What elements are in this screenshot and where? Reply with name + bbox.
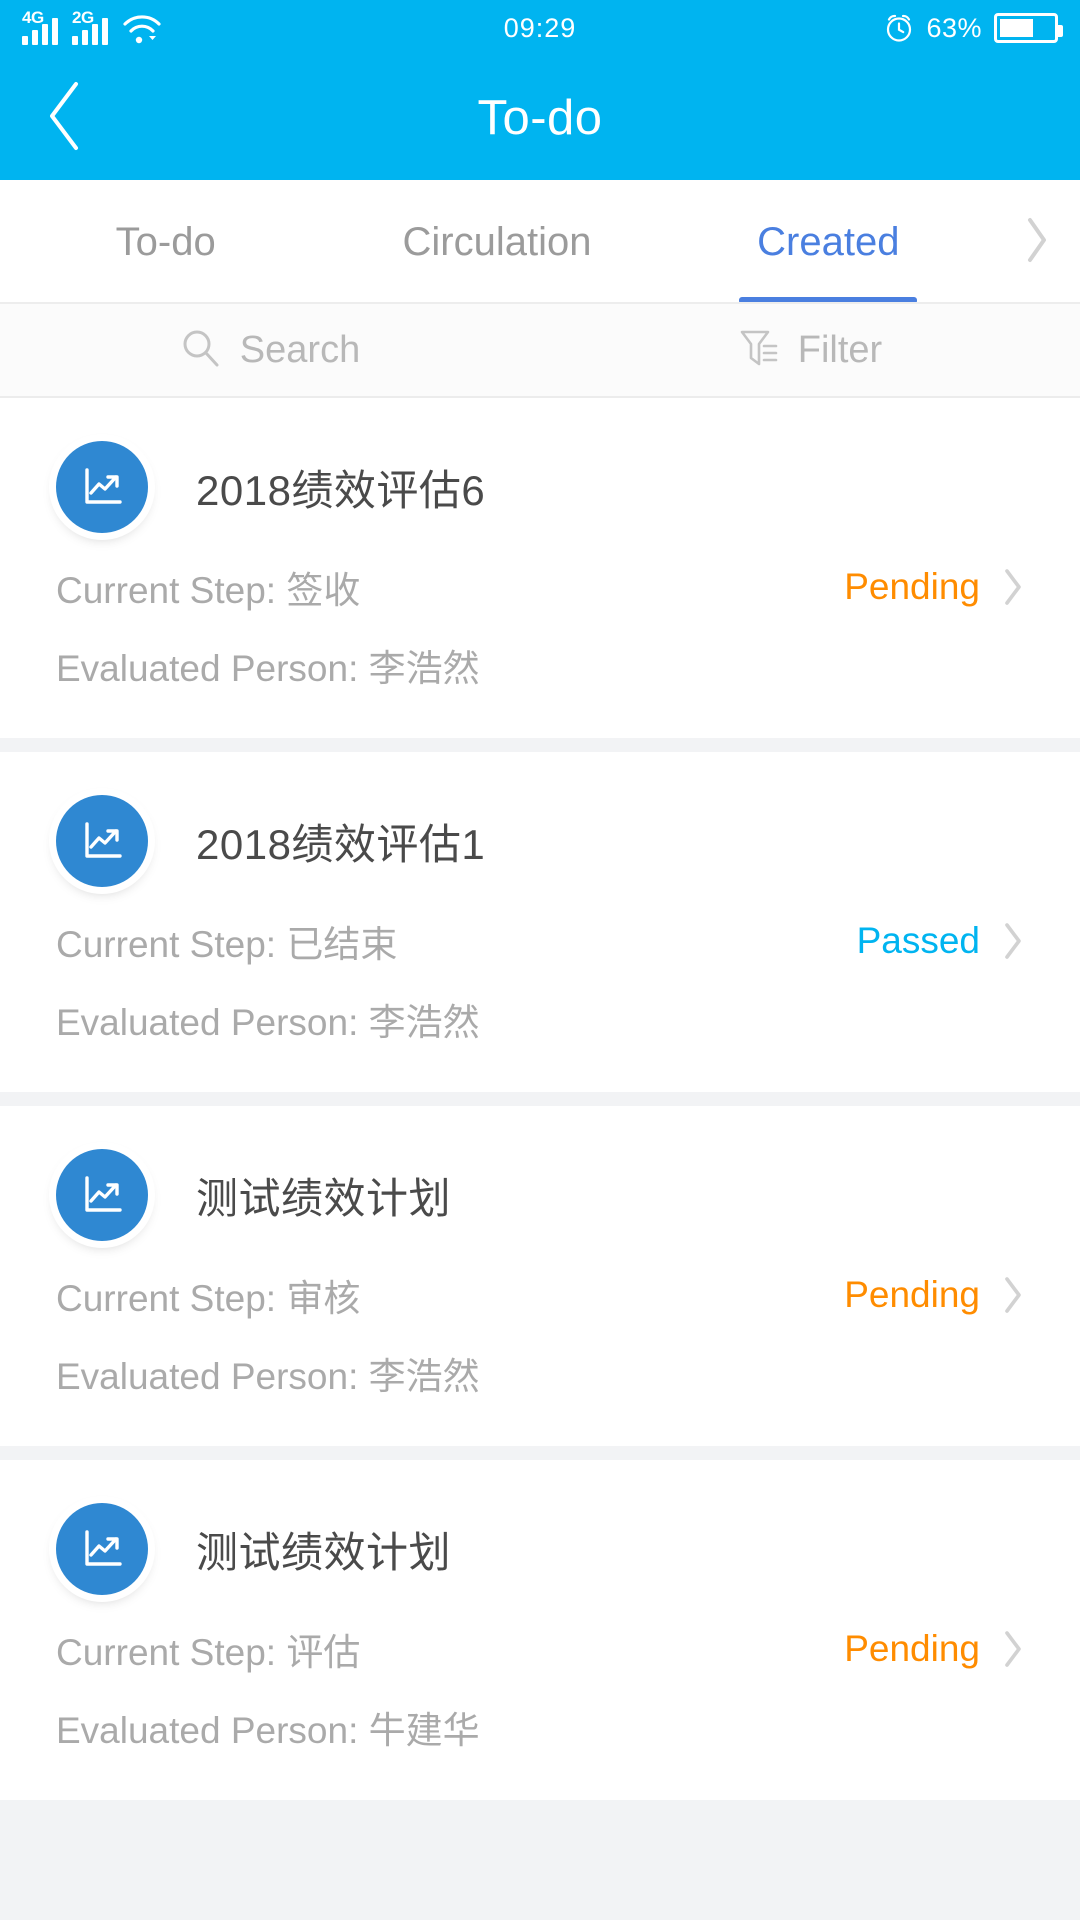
app-root: 4G 2G 09:29 63% To-do To-do Circulation … xyxy=(0,0,1080,1920)
tab-circulation[interactable]: Circulation xyxy=(331,180,662,304)
sim1-signal-icon: 4G xyxy=(22,8,58,45)
list-item-status-group[interactable]: Pending xyxy=(844,1628,1024,1670)
tabs-next-button[interactable] xyxy=(994,180,1080,304)
todo-list: 2018绩效评估6 Current Step: 签收 Pending Evalu… xyxy=(0,398,1080,1800)
current-step-text: Current Step: 签收 xyxy=(56,570,361,611)
list-item-header: 测试绩效计划 xyxy=(0,1488,1080,1610)
search-placeholder: Search xyxy=(239,328,361,371)
alarm-clock-icon xyxy=(884,13,914,43)
status-badge: Passed xyxy=(856,920,980,961)
status-bar: 4G 2G 09:29 63% xyxy=(0,0,1080,56)
list-item-header: 测试绩效计划 xyxy=(0,1134,1080,1256)
evaluated-person-text: Evaluated Person: 牛建华 xyxy=(56,1710,480,1751)
evaluated-person-text: Evaluated Person: 李浩然 xyxy=(56,1002,480,1043)
status-badge: Pending xyxy=(844,1628,980,1669)
list-item-title: 测试绩效计划 xyxy=(196,1528,452,1576)
list-item-status-group[interactable]: Passed xyxy=(857,920,1024,962)
search-input[interactable]: Search xyxy=(0,304,540,396)
battery-percent-label: 63% xyxy=(926,12,982,43)
list-item-title: 2018绩效评估1 xyxy=(196,820,486,868)
list-item-person-row: Evaluated Person: 牛建华 xyxy=(0,1688,1080,1766)
list-item-header: 2018绩效评估6 xyxy=(0,426,1080,548)
list-item-title: 测试绩效计划 xyxy=(196,1174,452,1222)
list-item-header: 2018绩效评估1 xyxy=(0,780,1080,902)
search-filter-bar: Search Filter xyxy=(0,304,1080,398)
tabs-divider xyxy=(0,302,1080,304)
status-bar-left: 4G 2G xyxy=(22,8,162,45)
wifi-icon xyxy=(122,11,162,45)
tab-label: Created xyxy=(757,219,900,264)
sim2-network-label: 2G xyxy=(72,8,94,27)
chevron-right-icon xyxy=(1002,1629,1024,1669)
status-bar-right: 63% xyxy=(884,12,1063,44)
filter-icon xyxy=(738,326,780,375)
list-item-step-row: Current Step: 已结束 Passed xyxy=(0,902,1080,980)
page-title: To-do xyxy=(477,91,603,145)
tab-bar: To-do Circulation Created xyxy=(0,180,1080,304)
list-item-1[interactable]: 2018绩效评估1 Current Step: 已结束 Passed Evalu… xyxy=(0,752,1080,1092)
list-item-person-row: Evaluated Person: 李浩然 xyxy=(0,626,1080,704)
list-item-status-group[interactable]: Pending xyxy=(844,566,1024,608)
search-icon xyxy=(180,327,222,374)
chevron-right-icon xyxy=(1002,921,1024,961)
nav-bar: To-do xyxy=(0,56,1080,180)
chart-trend-icon xyxy=(56,795,148,887)
tab-created[interactable]: Created xyxy=(663,180,994,304)
status-badge: Pending xyxy=(844,566,980,607)
chart-trend-icon xyxy=(56,441,148,533)
list-item-step-row: Current Step: 审核 Pending xyxy=(0,1256,1080,1334)
chevron-right-icon xyxy=(1002,567,1024,607)
list-item-0[interactable]: 2018绩效评估6 Current Step: 签收 Pending Evalu… xyxy=(0,398,1080,738)
chart-trend-icon xyxy=(56,1149,148,1241)
tab-label: To-do xyxy=(115,219,216,264)
filter-button[interactable]: Filter xyxy=(540,304,1080,396)
sim1-network-label: 4G xyxy=(22,8,44,27)
current-step-text: Current Step: 评估 xyxy=(56,1632,361,1673)
battery-icon xyxy=(994,13,1063,43)
list-item-2[interactable]: 测试绩效计划 Current Step: 审核 Pending Evaluate… xyxy=(0,1106,1080,1446)
tab-to-do[interactable]: To-do xyxy=(0,180,331,304)
current-step-text: Current Step: 已结束 xyxy=(56,924,398,965)
list-item-step-row: Current Step: 签收 Pending xyxy=(0,548,1080,626)
list-item-step-row: Current Step: 评估 Pending xyxy=(0,1610,1080,1688)
sim2-signal-icon: 2G xyxy=(72,8,108,45)
list-item-status-group[interactable]: Pending xyxy=(844,1274,1024,1316)
current-step-text: Current Step: 审核 xyxy=(56,1278,361,1319)
evaluated-person-text: Evaluated Person: 李浩然 xyxy=(56,648,480,689)
list-item-3[interactable]: 测试绩效计划 Current Step: 评估 Pending Evaluate… xyxy=(0,1460,1080,1800)
list-item-person-row: Evaluated Person: 李浩然 xyxy=(0,1334,1080,1412)
chevron-right-icon xyxy=(1024,216,1050,269)
list-item-title: 2018绩效评估6 xyxy=(196,466,486,514)
chart-trend-icon xyxy=(56,1503,148,1595)
list-item-person-row: Evaluated Person: 李浩然 xyxy=(0,980,1080,1058)
status-badge: Pending xyxy=(844,1274,980,1315)
tab-label: Circulation xyxy=(402,219,592,264)
filter-label: Filter xyxy=(797,328,883,371)
evaluated-person-text: Evaluated Person: 李浩然 xyxy=(56,1356,480,1397)
chevron-right-icon xyxy=(1002,1275,1024,1315)
